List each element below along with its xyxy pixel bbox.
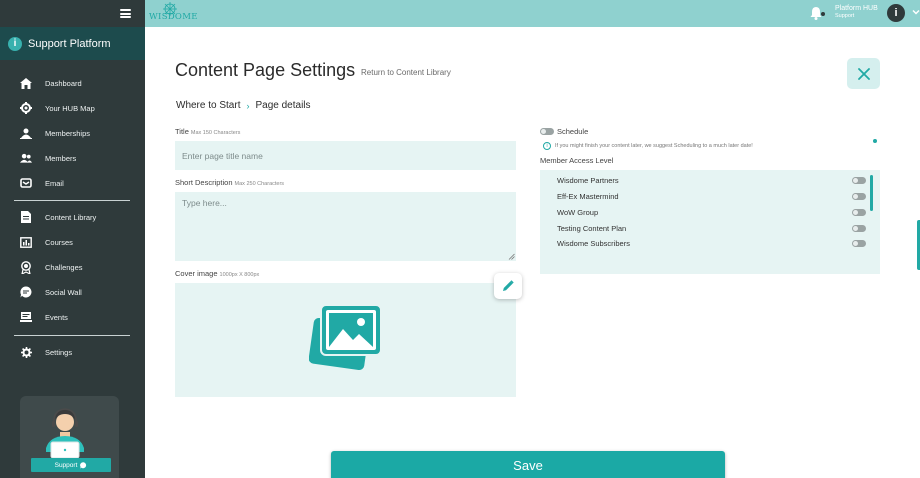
access-row-eff-ex-mastermind[interactable]: Eff-Ex Mastermind (557, 191, 872, 203)
hub-title[interactable]: Platform HUB (835, 5, 878, 12)
sidebar-item-challenges[interactable]: Challenges (0, 257, 145, 277)
sidebar-item-label: Members (45, 153, 77, 163)
sidebar-item-members[interactable]: Members (0, 148, 145, 168)
sidebar-brand[interactable]: i Support Platform (0, 27, 145, 60)
access-group-name: WoW Group (557, 208, 599, 217)
title-label: Title Max 150 Characters (175, 127, 240, 136)
chevron-down-icon[interactable] (912, 8, 920, 16)
status-dot (873, 139, 877, 143)
title-hint: Max 150 Characters (190, 130, 241, 136)
sidebar-item-label: Settings (45, 347, 73, 357)
brand-title: Support Platform (28, 37, 111, 50)
sidebar-item-label: Challenges (45, 262, 83, 272)
description-textarea[interactable] (175, 192, 516, 261)
content-library-icon (20, 211, 32, 223)
breadcrumb: Where to Start › Page details (176, 100, 311, 111)
sidebar-item-content-library[interactable]: Content Library (0, 207, 145, 227)
access-row-wisdome-subscribers[interactable]: Wisdome Subscribers (557, 238, 872, 250)
access-row-wisdome-partners[interactable]: Wisdome Partners (557, 175, 872, 187)
sidebar-item-courses[interactable]: Courses (0, 232, 145, 252)
sidebar-item-label: Dashboard (45, 78, 82, 88)
cover-image-label: Cover image 1000px X 800px (175, 269, 259, 278)
resize-handle-icon[interactable] (508, 253, 515, 260)
sidebar-item-label: Content Library (45, 212, 97, 222)
member-access-list: Wisdome Partners Eff-Ex Mastermind WoW G… (540, 170, 880, 274)
access-toggle[interactable] (852, 240, 866, 247)
edit-cover-button[interactable] (494, 273, 522, 299)
sidebar-item-label: Courses (45, 237, 73, 247)
description-hint: Max 250 Characters (234, 181, 285, 187)
info-icon[interactable]: i (887, 4, 905, 22)
social-wall-icon (20, 286, 32, 298)
notification-dot (821, 12, 825, 16)
courses-icon (20, 236, 32, 248)
breadcrumb-page-details: Page details (255, 100, 311, 111)
cover-hint: 1000px X 800px (219, 272, 260, 278)
hamburger-menu-icon[interactable] (120, 9, 131, 18)
access-group-name: Eff-Ex Mastermind (557, 192, 619, 201)
title-label-text: Title (175, 127, 189, 136)
sidebar-item-label: Memberships (45, 128, 91, 138)
access-row-testing-content-plan[interactable]: Testing Content Plan (557, 223, 872, 235)
schedule-note-text: If you might finish your content later, … (555, 143, 753, 149)
sidebar-item-memberships[interactable]: Memberships (0, 123, 145, 143)
hub-map-icon (20, 102, 32, 114)
events-icon (20, 311, 32, 323)
hub-subtitle: Support (835, 13, 855, 19)
save-button[interactable]: Save (331, 451, 725, 478)
access-toggle[interactable] (852, 225, 866, 232)
memberships-icon (20, 127, 32, 139)
email-icon (20, 177, 32, 189)
sidebar-topbar (0, 0, 145, 27)
sidebar-item-email[interactable]: Email (0, 173, 145, 193)
member-access-label: Member Access Level (540, 156, 614, 165)
return-to-content-library-link[interactable]: Return to Content Library (361, 68, 451, 77)
sidebar-item-label: Social Wall (45, 287, 82, 297)
top-bar: WISDOME Platform HUB Support i (145, 0, 920, 27)
support-label: Support (54, 461, 78, 469)
page-title: Content Page Settings (175, 60, 356, 80)
description-label: Short Description Max 250 Characters (175, 178, 284, 187)
access-group-name: Testing Content Plan (557, 224, 627, 233)
sidebar-divider (14, 200, 130, 201)
sidebar-divider (14, 335, 130, 336)
gear-icon (20, 346, 32, 358)
support-button[interactable]: Support (31, 458, 111, 472)
access-row-wow-group[interactable]: WoW Group (557, 207, 872, 219)
sidebar-item-hub-map[interactable]: Your HUB Map (0, 98, 145, 118)
schedule-label: Schedule (557, 127, 589, 136)
access-group-name: Wisdome Subscribers (557, 239, 630, 248)
schedule-note: i If you might finish your content later… (543, 142, 753, 150)
title-input[interactable] (175, 141, 516, 170)
access-toggle[interactable] (852, 209, 866, 216)
sidebar-item-social-wall[interactable]: Social Wall (0, 282, 145, 302)
logo-text: WISDOME (149, 12, 198, 22)
sidebar-item-label: Email (45, 178, 64, 188)
description-label-text: Short Description (175, 178, 233, 187)
access-group-name: Wisdome Partners (557, 176, 619, 185)
sidebar-item-events[interactable]: Events (0, 307, 145, 327)
members-icon (20, 152, 32, 164)
home-icon (20, 77, 32, 89)
access-list-scrollbar[interactable] (870, 175, 873, 211)
chat-icon (80, 461, 87, 469)
sidebar-item-settings[interactable]: Settings (0, 342, 145, 362)
breadcrumb-separator: › (246, 100, 250, 111)
access-toggle[interactable] (852, 177, 866, 184)
close-button[interactable] (847, 58, 880, 89)
access-toggle[interactable] (852, 193, 866, 200)
info-icon: i (543, 142, 551, 150)
cover-label-text: Cover image (175, 269, 218, 278)
schedule-toggle[interactable] (540, 128, 554, 135)
breadcrumb-where-to-start[interactable]: Where to Start (176, 100, 240, 111)
sidebar-item-label: Your HUB Map (45, 103, 95, 113)
sidebar-item-dashboard[interactable]: Dashboard (0, 73, 145, 93)
close-icon (857, 67, 870, 80)
sidebar: i Support Platform Dashboard Your HUB Ma… (0, 0, 145, 478)
image-placeholder-icon (309, 304, 382, 371)
sidebar-item-label: Events (45, 312, 68, 322)
pencil-icon (503, 280, 514, 291)
info-icon: i (8, 36, 22, 51)
challenges-icon (20, 260, 32, 274)
